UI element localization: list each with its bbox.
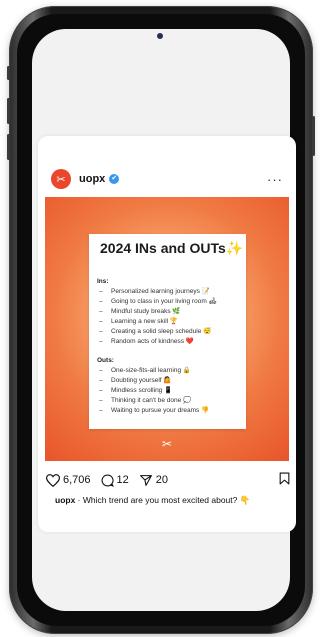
list-item: – One-size-fits-all learning 🔒	[99, 367, 191, 374]
outs-list: – One-size-fits-all learning 🔒 – Doubting …	[97, 366, 209, 416]
post-image[interactable]: 2024 INs and OUTs✨ Ins: – Personalized le…	[45, 197, 289, 461]
list-item: – Mindless scrolling 📱	[99, 387, 173, 394]
comment-icon	[101, 474, 114, 487]
share-count: 20	[155, 474, 169, 486]
volume-up-button	[7, 98, 10, 124]
list-item: – Doubting yourself 🤷	[99, 377, 172, 384]
list-item: – Learning a new skill 🏆	[99, 318, 178, 325]
comment-count: 12	[116, 474, 129, 486]
list-item: – Thinking it can't be done 💭	[99, 397, 192, 404]
front-camera	[157, 33, 163, 39]
more-options-button[interactable]: ···	[267, 172, 283, 187]
ins-heading: Ins:	[97, 278, 109, 285]
list-item: – Random acts of kindness ❤️	[99, 338, 194, 345]
silent-switch	[7, 66, 10, 80]
bookmark-icon	[279, 472, 290, 485]
ins-and-outs-note: 2024 INs and OUTs✨ Ins: – Personalized le…	[89, 234, 246, 429]
verified-badge-icon: ✔	[109, 174, 120, 184]
caption-username[interactable]: uopx	[55, 495, 75, 505]
list-item: – Going to class in your living room 🛋	[99, 298, 217, 305]
note-title: 2024 INs and OUTs✨	[100, 240, 244, 256]
post-actions: 6,706 12 20	[46, 470, 290, 490]
outs-heading: Outs:	[97, 357, 114, 364]
volume-down-button	[7, 134, 10, 160]
post-caption: uopx · Which trend are you most excited …	[55, 495, 290, 506]
list-item: – Personalized learning journeys 📝	[99, 288, 210, 295]
instagram-post-card: ✂ uopx ✔ ··· 2024 INs and OUTs✨ Ins: – Pe…	[38, 136, 296, 532]
send-icon	[139, 474, 152, 486]
like-button[interactable]: 6,706	[46, 473, 91, 487]
list-item: – Mindful study breaks 🌿	[99, 308, 181, 315]
like-count: 6,706	[63, 474, 91, 486]
save-button[interactable]	[279, 472, 290, 488]
caption-text: · Which trend are you most excited about…	[75, 495, 251, 505]
power-button	[312, 116, 315, 156]
ins-list: – Personalized learning journeys 📝 – Going…	[97, 287, 217, 347]
list-item: – Waiting to pursue your dreams 👎	[99, 407, 210, 414]
comment-button[interactable]: 12	[101, 474, 129, 487]
heart-icon	[46, 473, 60, 487]
share-button[interactable]: 20	[139, 474, 168, 487]
list-item: – Creating a solid sleep schedule 😴	[99, 328, 212, 335]
username[interactable]: uopx	[79, 173, 105, 185]
uopx-logo-icon: ✂	[56, 173, 66, 186]
uopx-watermark-icon: ✂	[161, 437, 173, 451]
avatar[interactable]: ✂	[51, 169, 71, 189]
post-header: ✂ uopx ✔ ···	[51, 169, 283, 189]
